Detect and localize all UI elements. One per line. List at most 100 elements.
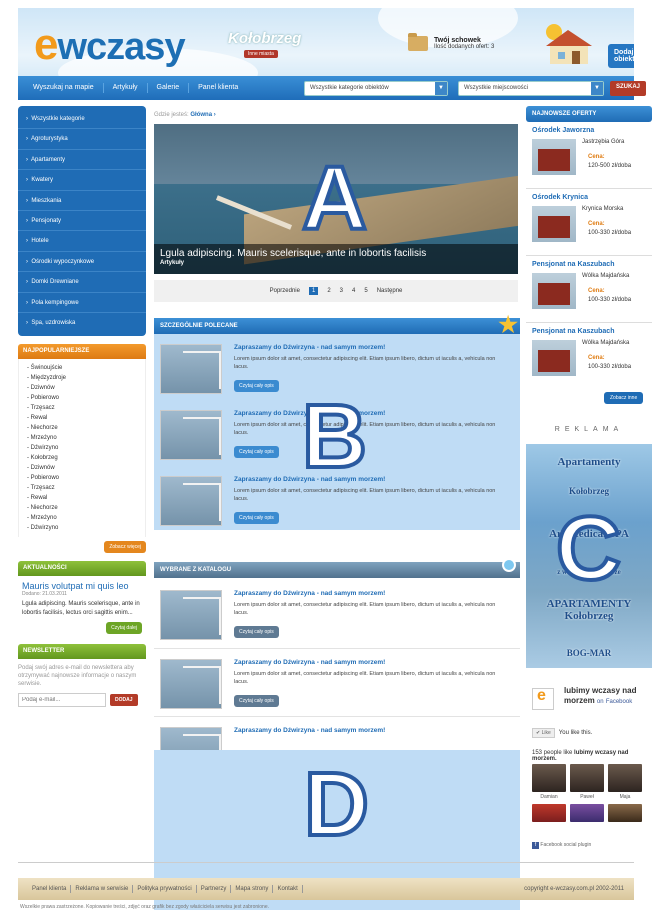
offer-image[interactable] <box>160 590 222 640</box>
fb-page-name[interactable]: lubimy wczasy nad morzem on Facebook <box>564 686 650 707</box>
footer-link[interactable]: Polityka prywatności <box>133 885 197 893</box>
popular-link[interactable]: Dziwnów <box>27 383 137 393</box>
category-item[interactable]: › Wszystkie kategorie <box>18 109 146 130</box>
popular-link[interactable]: Rewal <box>27 413 137 423</box>
newsletter-email-input[interactable] <box>18 693 106 708</box>
nav-galleries[interactable]: Galerie <box>148 83 190 93</box>
popular-link[interactable]: Mrzeżyno <box>27 433 137 443</box>
footer-link[interactable]: Panel klienta <box>28 885 72 893</box>
pager-page[interactable]: 4 <box>352 288 355 294</box>
latest-offer-image[interactable] <box>532 139 576 175</box>
read-more-button[interactable]: Czytaj cały opis <box>234 695 279 707</box>
category-item[interactable]: › Pensjonaty <box>18 211 146 232</box>
category-item[interactable]: › Domki Drewniane <box>18 272 146 293</box>
latest-offer-name[interactable]: Ośrodek Krynica <box>532 194 588 201</box>
offer-image[interactable] <box>160 344 222 394</box>
popular-link[interactable]: Międzyzdroje <box>27 373 137 383</box>
popular-link[interactable]: Dziwnów <box>27 463 137 473</box>
popular-link[interactable]: Dźwirzyno <box>27 443 137 453</box>
fb-person[interactable]: Maja <box>608 764 642 800</box>
pager-page[interactable]: 3 <box>340 288 343 294</box>
ad-banner[interactable]: Apartamenty Kołobrzeg Art Medical SPA z … <box>526 444 652 668</box>
fb-like-button[interactable]: ✔ Like <box>532 728 555 738</box>
add-object-button[interactable]: Dodaj obiekt <box>608 44 634 68</box>
featured-slider[interactable]: Lgula adipiscing. Mauris scelerisque, an… <box>154 124 518 274</box>
footer-link[interactable]: Reklama w serwisie <box>71 885 134 893</box>
offer-title[interactable]: Zapraszamy do Dźwirzyna - nad samym morz… <box>234 659 385 666</box>
nav-articles[interactable]: Artykuły <box>104 83 148 93</box>
popular-link[interactable]: Mrzeżyno <box>27 513 137 523</box>
fb-person[interactable] <box>608 804 642 822</box>
offer-title[interactable]: Zapraszamy do Dźwirzyna - nad samym morz… <box>234 590 385 597</box>
latest-offer-name[interactable]: Ośrodek Jaworzna <box>532 127 594 134</box>
site-logo[interactable]: ewczasy <box>34 20 186 70</box>
popular-link[interactable]: Pobierowo <box>27 393 137 403</box>
fb-person[interactable]: Paweł <box>570 764 604 800</box>
clipboard-box[interactable]: Twój schowek Ilość dodanych ofert: 3 <box>408 33 495 51</box>
nav-client-panel[interactable]: Panel klienta <box>189 83 247 93</box>
pager-page[interactable]: 1 <box>308 287 319 295</box>
pager-prev[interactable]: Poprzednie <box>270 288 300 294</box>
category-item[interactable]: › Pola kempingowe <box>18 293 146 313</box>
pager-page[interactable]: 5 <box>364 288 367 294</box>
clipboard-count: Ilość dodanych ofert: 3 <box>434 44 495 50</box>
nav-map-search[interactable]: Wyszukaj na mapie <box>24 83 104 93</box>
search-button[interactable]: SZUKAJ <box>610 81 647 96</box>
popular-more-button[interactable]: Zobacz więcej <box>104 541 146 554</box>
category-item[interactable]: › Ośrodki wypoczynkowe <box>18 252 146 273</box>
category-item[interactable]: › Spa, uzdrowiska <box>18 313 146 333</box>
popular-link[interactable]: Dźwirzyno <box>27 523 137 533</box>
latest-offer[interactable]: Pensjonat na Kaszubach Wólka Majdańska C… <box>526 256 652 323</box>
latest-offer-image[interactable] <box>532 340 576 376</box>
latest-offer-image[interactable] <box>532 273 576 309</box>
offer-image[interactable] <box>160 476 222 526</box>
category-item[interactable]: › Apartamenty <box>18 150 146 171</box>
offer-image[interactable] <box>160 659 222 709</box>
other-cities-badge[interactable]: Inne miasta <box>244 50 278 58</box>
fb-person[interactable] <box>532 804 566 822</box>
popular-link[interactable]: Trzęsacz <box>27 483 137 493</box>
latest-offer[interactable]: Ośrodek Krynica Krynica Morska Cena: 100… <box>526 189 652 256</box>
read-more-button[interactable]: Czytaj cały opis <box>234 512 279 524</box>
read-more-button[interactable]: Czytaj cały opis <box>234 626 279 638</box>
offer-image[interactable] <box>160 727 222 750</box>
latest-offer[interactable]: Pensjonat na Kaszubach Wólka Majdańska C… <box>526 323 652 390</box>
category-select[interactable]: Wszystkie kategorie obiektów ▼ <box>304 81 448 96</box>
news-more-button[interactable]: Czytaj dalej <box>106 622 142 635</box>
breadcrumb-home-link[interactable]: Główna › <box>190 112 215 118</box>
location-select[interactable]: Wszystkie miejscowości ▼ <box>458 81 604 96</box>
popular-link[interactable]: Trzęsacz <box>27 403 137 413</box>
category-item[interactable]: › Hotele <box>18 231 146 252</box>
latest-offer[interactable]: Ośrodek Jaworzna Jastrzębia Góra Cena: 1… <box>526 122 652 189</box>
pager-next[interactable]: Następne <box>377 288 403 294</box>
popular-link[interactable]: Pobierowo <box>27 473 137 483</box>
page-logo[interactable] <box>532 687 554 710</box>
clipboard-title: Twój schowek <box>434 37 481 44</box>
popular-link[interactable]: Świnoujście <box>27 363 137 373</box>
offer-title[interactable]: Zapraszamy do Dźwirzyna - nad samym morz… <box>234 344 385 351</box>
read-more-button[interactable]: Czytaj cały opis <box>234 380 279 392</box>
fb-person[interactable] <box>570 804 604 822</box>
latest-offer-name[interactable]: Pensjonat na Kaszubach <box>532 328 614 335</box>
ad-text: APARTAMENTY Kołobrzeg <box>546 598 632 622</box>
news-title[interactable]: Mauris volutpat mi quis leo <box>22 581 142 591</box>
fb-person[interactable]: Damian <box>532 764 566 800</box>
category-item[interactable]: › Kwatery <box>18 170 146 191</box>
category-item[interactable]: › Mieszkania <box>18 191 146 211</box>
latest-offer-name[interactable]: Pensjonat na Kaszubach <box>532 261 614 268</box>
footer-link[interactable]: Kontakt <box>273 885 303 893</box>
pager-page[interactable]: 2 <box>327 288 330 294</box>
popular-link[interactable]: Kołobrzeg <box>27 453 137 463</box>
read-more-button[interactable]: Czytaj cały opis <box>234 446 279 458</box>
popular-link[interactable]: Rewal <box>27 493 137 503</box>
footer-link[interactable]: Partnerzy <box>197 885 232 893</box>
offer-image[interactable] <box>160 410 222 460</box>
popular-link[interactable]: Niechorze <box>27 503 137 513</box>
newsletter-submit-button[interactable]: DODAJ <box>110 694 138 707</box>
category-item[interactable]: › Agroturystyka <box>18 129 146 150</box>
see-other-offers-button[interactable]: Zobacz inne <box>604 392 644 404</box>
popular-link[interactable]: Niechorze <box>27 423 137 433</box>
offer-title[interactable]: Zapraszamy do Dźwirzyna - nad samym morz… <box>234 727 385 734</box>
latest-offer-image[interactable] <box>532 206 576 242</box>
footer-link[interactable]: Mapa strony <box>231 885 274 893</box>
